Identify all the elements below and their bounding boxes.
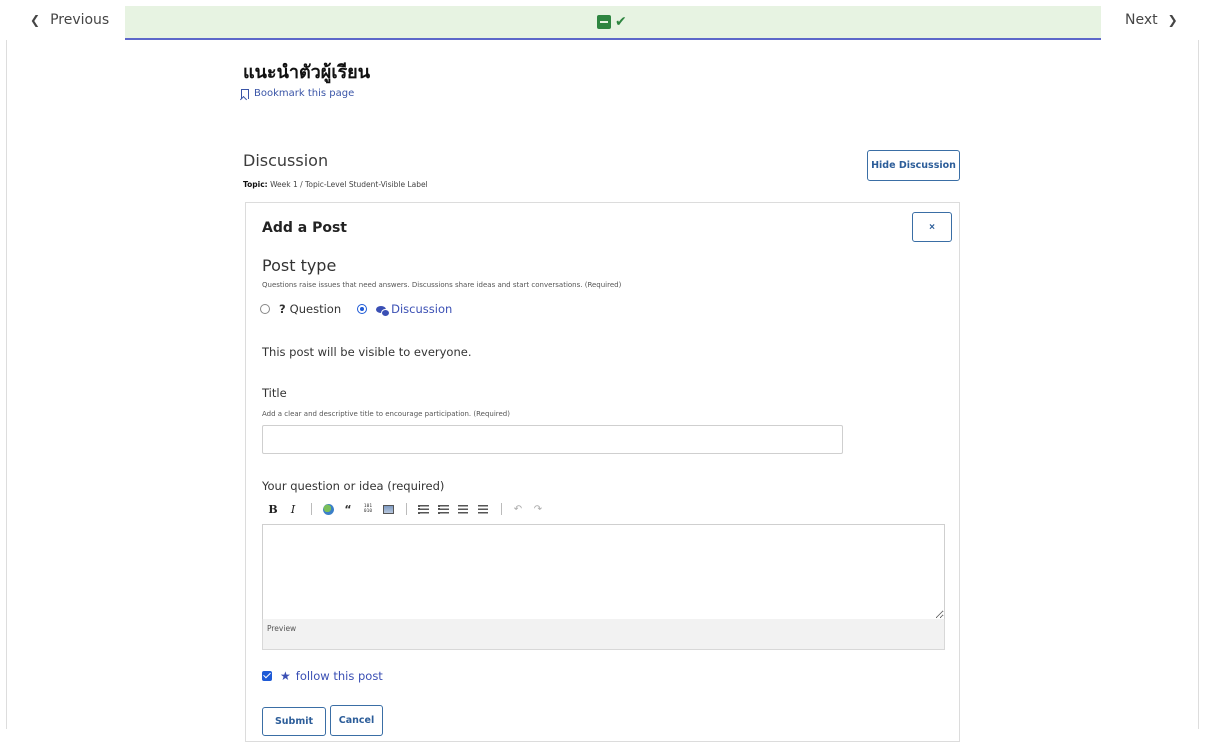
chevron-left-icon: ❮ (30, 13, 41, 27)
image-shape (382, 504, 394, 514)
question-mark-icon: ? (279, 302, 286, 316)
topic-label: Topic: (243, 180, 268, 189)
toolbar-divider (311, 503, 312, 515)
post-type-discussion-option[interactable]: Discussion (357, 302, 453, 317)
quote-shape: “ (344, 502, 352, 516)
star-icon: ★ (280, 669, 291, 683)
bookmark-label: Bookmark this page (254, 88, 355, 99)
image-icon[interactable] (381, 502, 395, 516)
check-icon: ✔ (615, 14, 627, 30)
post-type-options: ? Question Discussion (260, 302, 453, 317)
horizontal-rule-shape (478, 504, 488, 514)
italic-icon[interactable]: I (286, 502, 300, 516)
toolbar-divider (406, 503, 407, 515)
comments-icon (376, 305, 391, 317)
code-shape: 101 010 (363, 504, 373, 514)
follow-post-option[interactable]: ★ follow this post (262, 669, 383, 683)
discussion-topic: Topic: Week 1 / Topic-Level Student-Visi… (243, 180, 428, 189)
horizontal-rule-icon[interactable] (476, 502, 490, 516)
next-label: Next (1125, 12, 1158, 28)
submit-button[interactable]: Submit (262, 707, 326, 736)
bookmark-icon (241, 88, 249, 99)
discussion-heading: Discussion (243, 151, 329, 170)
link-icon[interactable] (321, 502, 335, 516)
globe-shape (322, 503, 334, 515)
unit-title: แนะนำตัวผู้เรียน (243, 62, 371, 83)
bulleted-list-shape (437, 504, 449, 514)
next-button[interactable]: Next ❯ (1125, 12, 1178, 28)
bulleted-list-icon[interactable] (436, 502, 450, 516)
title-field-label: Title (262, 386, 287, 400)
post-type-help: Questions raise issues that need answers… (262, 281, 622, 289)
hide-discussion-button[interactable]: Hide Discussion (867, 150, 960, 181)
add-post-heading: Add a Post (262, 220, 347, 236)
bookmark-button[interactable]: Bookmark this page (241, 88, 354, 99)
body-field-label: Your question or idea (required) (262, 479, 445, 493)
close-icon: × (929, 221, 935, 233)
numbered-list-shape (417, 504, 429, 514)
preview-label: Preview (267, 624, 297, 633)
question-radio[interactable] (260, 304, 270, 314)
heading-icon[interactable] (456, 502, 470, 516)
discussion-label: Discussion (391, 302, 453, 316)
preview-pane: Preview (262, 619, 945, 650)
numbered-list-icon[interactable] (416, 502, 430, 516)
visibility-note: This post will be visible to everyone. (262, 345, 472, 359)
follow-label: follow this post (295, 669, 383, 683)
chevron-right-icon: ❯ (1167, 13, 1178, 27)
undo-shape: ↶ (513, 503, 523, 515)
add-post-panel: Add a Post × Post type Questions raise i… (245, 202, 960, 742)
title-field-help: Add a clear and descriptive title to enc… (262, 410, 510, 418)
previous-label: Previous (50, 12, 110, 28)
redo-icon[interactable]: ↷ (531, 502, 545, 516)
page-frame-left (6, 40, 7, 729)
page-frame-right (1198, 40, 1199, 729)
close-post-button[interactable]: × (912, 212, 952, 242)
code-icon[interactable]: 101 010 (361, 502, 375, 516)
cancel-button[interactable]: Cancel (330, 705, 383, 736)
title-input[interactable] (262, 425, 843, 454)
question-label: Question (289, 302, 342, 316)
bold-icon[interactable]: B (266, 502, 280, 516)
undo-icon[interactable]: ↶ (511, 502, 525, 516)
redo-shape: ↷ (533, 503, 543, 515)
topic-value: Week 1 / Topic-Level Student-Visible Lab… (270, 180, 428, 189)
post-type-title: Post type (262, 256, 337, 275)
post-type-question-option[interactable]: ? Question (260, 302, 341, 316)
book-icon (597, 15, 611, 29)
heading-shape (458, 504, 468, 514)
toolbar-divider (501, 503, 502, 515)
editor-toolbar: B I “ 101 010 ↶ ↷ (266, 501, 551, 517)
unit-status-icons: ✔ (597, 13, 627, 31)
follow-checkbox[interactable] (262, 671, 272, 681)
discussion-radio[interactable] (357, 304, 368, 314)
previous-button[interactable]: ❮ Previous (30, 12, 109, 28)
sequence-unit-tab[interactable]: ✔ (125, 6, 1101, 40)
blockquote-icon[interactable]: “ (341, 502, 355, 516)
body-editor[interactable] (262, 524, 945, 620)
